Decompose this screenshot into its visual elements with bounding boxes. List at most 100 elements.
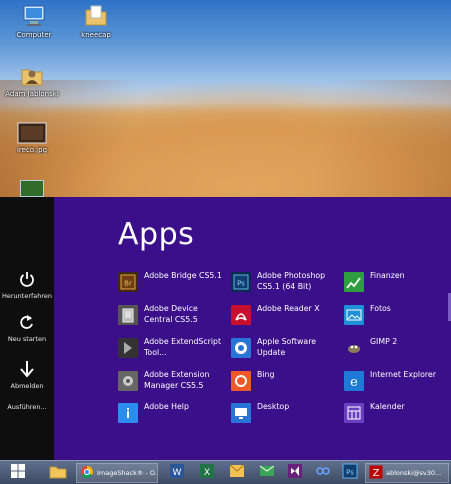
image-file-icon (17, 122, 47, 144)
start-button[interactable] (4, 463, 32, 483)
app-name: Desktop (257, 402, 290, 411)
taskbar: ImageShack® - O... W X Ps Z ablonski@sv3… (0, 460, 451, 484)
computer-icon (21, 3, 47, 29)
desktop-icon-kneecap[interactable]: kneecap (64, 3, 128, 39)
app-finanzen[interactable]: Finanzen (344, 271, 451, 292)
photoshop-icon: Ps (231, 272, 251, 292)
taskbar-excel[interactable]: X (193, 463, 221, 483)
app-fotos[interactable]: Fotos (344, 304, 451, 325)
photos-icon (344, 305, 364, 325)
apple-update-icon (231, 338, 251, 358)
outlook-icon (229, 463, 245, 483)
gimp-icon (344, 338, 364, 358)
app-name: GIMP 2 (370, 337, 398, 346)
restart-button[interactable]: Neu starten (0, 313, 54, 343)
restart-label: Neu starten (7, 335, 47, 343)
app-bing[interactable]: Bing (231, 370, 341, 391)
desktop-icon-label: Adam Jablonski (5, 90, 59, 98)
visual-studio-icon (287, 463, 303, 483)
adobe-bridge-icon: Br (118, 272, 138, 292)
app-adobe-help[interactable]: Adobe Help (118, 402, 228, 423)
power-options-panel: Herunterfahren Neu starten Abmelden Ausf… (0, 197, 54, 460)
app-name: Adobe Bridge CS5.1 (144, 271, 222, 280)
run-label: Ausführen... (7, 403, 47, 411)
app-adobe-bridge[interactable]: Br Adobe Bridge CS5.1 (118, 271, 228, 292)
chrome-icon (80, 465, 94, 481)
word-icon: W (169, 463, 185, 483)
svg-text:W: W (173, 468, 182, 478)
partial-desktop-icon[interactable] (20, 180, 44, 197)
taskbar-item-label: ablonski@sv30... (386, 469, 442, 477)
logoff-arrow-icon (18, 360, 36, 378)
app-name: Adobe ExtendScript Tool... (144, 337, 222, 357)
adobe-extendscript-icon (118, 338, 138, 358)
desktop-icon-computer[interactable]: Computer (2, 3, 66, 39)
app-name: Bing (257, 370, 275, 379)
taskbar-filezilla-window[interactable]: Z ablonski@sv30... (365, 463, 449, 483)
taskbar-outlook[interactable] (223, 463, 251, 483)
internet-explorer-icon: e (344, 371, 364, 391)
app-name: Internet Explorer (370, 370, 436, 379)
calendar-icon (344, 403, 364, 423)
desktop-icon-image[interactable]: ireco.jpg (0, 122, 64, 154)
app-name: Adobe Reader X (257, 304, 320, 313)
svg-text:e: e (350, 375, 358, 390)
apps-screen: Apps Br Adobe Bridge CS5.1 Adobe Device … (54, 197, 451, 460)
taskbar-word[interactable]: W (163, 463, 191, 483)
desktop-icon-label: kneecap (81, 31, 111, 39)
app-desktop[interactable]: Desktop (231, 402, 341, 423)
app-name: Kalender (370, 402, 405, 411)
finance-chart-icon (344, 272, 364, 292)
logoff-button[interactable]: Abmelden (0, 360, 54, 390)
desktop-icon-user[interactable]: Adam Jablonski (0, 62, 64, 98)
app-adobe-reader[interactable]: Adobe Reader X (231, 304, 341, 325)
taskbar-mail[interactable] (253, 463, 281, 483)
run-button[interactable]: Ausführen... (0, 399, 54, 411)
apps-title: Apps (118, 217, 195, 252)
taskbar-network[interactable] (309, 463, 337, 483)
taskbar-visual-studio[interactable] (281, 463, 309, 483)
desktop-icon (231, 403, 251, 423)
desktop-icon-label: ireco.jpg (16, 146, 48, 154)
file-explorer-icon (49, 463, 67, 483)
bing-icon (231, 371, 251, 391)
app-name: Fotos (370, 304, 391, 313)
mail-icon (259, 463, 275, 483)
app-adobe-device-central[interactable]: Adobe Device Central CS5.5 (118, 304, 228, 325)
shutdown-label: Herunterfahren (1, 292, 53, 300)
network-icon (315, 463, 331, 483)
app-name: Adobe Device Central CS5.5 (144, 304, 198, 324)
app-gimp[interactable]: GIMP 2 (344, 337, 451, 358)
app-kalender[interactable]: Kalender (344, 402, 451, 423)
taskbar-item-label: ImageShack® - O... (97, 469, 157, 477)
svg-text:Br: Br (124, 280, 132, 288)
svg-text:Ps: Ps (237, 280, 245, 288)
app-name: Adobe Help (144, 402, 189, 411)
restart-icon (18, 313, 36, 331)
dune-shading (0, 80, 451, 197)
folder-icon (83, 3, 109, 29)
app-apple-software-update[interactable]: Apple Software Update (231, 337, 341, 358)
taskbar-chrome-window[interactable]: ImageShack® - O... (76, 463, 158, 483)
photoshop-icon: Ps (342, 463, 358, 483)
taskbar-file-explorer[interactable] (44, 463, 72, 483)
app-adobe-extendscript[interactable]: Adobe ExtendScript Tool... (118, 337, 228, 358)
app-name: Adobe Extension Manager CS5.5 (144, 370, 210, 390)
logoff-label: Abmelden (10, 382, 44, 390)
excel-icon: X (199, 463, 215, 483)
user-folder-icon (19, 62, 45, 88)
app-adobe-photoshop[interactable]: Ps Adobe Photoshop CS5.1 (64 Bit) (231, 271, 341, 292)
svg-text:Z: Z (373, 468, 380, 479)
adobe-device-central-icon (118, 305, 138, 325)
app-name: Finanzen (370, 271, 405, 280)
adobe-extension-manager-icon (118, 371, 138, 391)
windows-logo-icon (10, 463, 26, 483)
shutdown-button[interactable]: Herunterfahren (0, 270, 54, 300)
app-internet-explorer[interactable]: e Internet Explorer (344, 370, 451, 391)
taskbar-photoshop[interactable]: Ps (336, 463, 364, 483)
app-adobe-extension-manager[interactable]: Adobe Extension Manager CS5.5 (118, 370, 228, 391)
desktop-icon-label: Computer (16, 31, 52, 39)
adobe-reader-icon (231, 305, 251, 325)
app-name: Apple Software Update (257, 337, 317, 357)
svg-text:Ps: Ps (346, 469, 354, 477)
